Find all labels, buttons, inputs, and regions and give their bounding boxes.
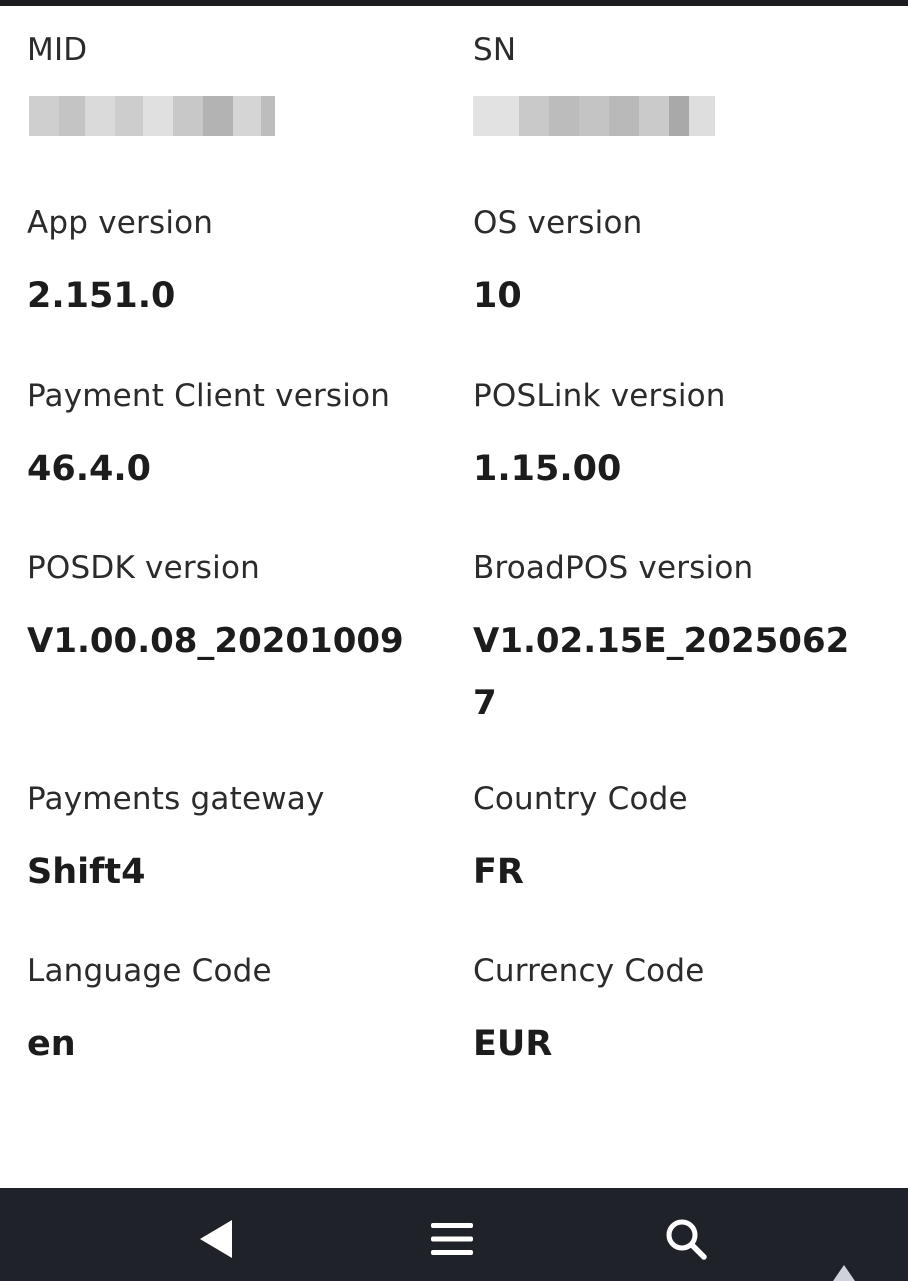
currency-code-value: EUR bbox=[473, 1024, 553, 1064]
back-triangle-icon bbox=[200, 1220, 232, 1258]
field-sn: SN bbox=[473, 30, 873, 136]
payments-gateway-label: Payments gateway bbox=[27, 781, 325, 817]
poslink-version-value: 1.15.00 bbox=[473, 449, 622, 489]
status-bar-edge bbox=[0, 0, 908, 6]
payment-client-version-value: 46.4.0 bbox=[27, 449, 152, 489]
field-payments-gateway: Payments gateway Shift4 bbox=[27, 779, 447, 903]
posdk-version-label: POSDK version bbox=[27, 550, 260, 586]
field-language-code: Language Code en bbox=[27, 951, 447, 1075]
country-code-label: Country Code bbox=[473, 781, 688, 817]
os-version-value: 10 bbox=[473, 276, 522, 316]
nav-extra-button[interactable] bbox=[826, 1250, 862, 1281]
sn-redacted-value bbox=[473, 96, 873, 136]
device-info-screen: MID SN App version 2.151.0 OS version 10… bbox=[0, 0, 908, 1281]
field-payment-client-version: Payment Client version 46.4.0 bbox=[27, 376, 447, 500]
nav-back-button[interactable] bbox=[176, 1206, 256, 1272]
field-currency-code: Currency Code EUR bbox=[473, 951, 873, 1075]
nav-menu-button[interactable] bbox=[412, 1206, 492, 1272]
field-country-code: Country Code FR bbox=[473, 779, 873, 903]
field-poslink-version: POSLink version 1.15.00 bbox=[473, 376, 873, 500]
bottom-nav-bar bbox=[0, 1188, 908, 1281]
mid-label: MID bbox=[27, 32, 88, 68]
broadpos-version-value: V1.02.15E_20250627 bbox=[473, 621, 850, 723]
nav-search-button[interactable] bbox=[646, 1206, 726, 1272]
currency-code-label: Currency Code bbox=[473, 953, 705, 989]
field-os-version: OS version 10 bbox=[473, 203, 873, 327]
language-code-value: en bbox=[27, 1024, 76, 1064]
field-mid: MID bbox=[27, 30, 447, 136]
country-code-value: FR bbox=[473, 852, 524, 892]
menu-icon bbox=[431, 1223, 473, 1255]
os-version-label: OS version bbox=[473, 205, 643, 241]
broadpos-version-label: BroadPOS version bbox=[473, 550, 754, 586]
sn-label: SN bbox=[473, 32, 517, 68]
language-code-label: Language Code bbox=[27, 953, 272, 989]
payments-gateway-value: Shift4 bbox=[27, 852, 146, 892]
payment-client-version-label: Payment Client version bbox=[27, 378, 391, 414]
mid-redacted-value bbox=[27, 96, 447, 136]
posdk-version-value: V1.00.08_20201009 bbox=[27, 621, 404, 661]
up-arrow-icon bbox=[833, 1265, 855, 1281]
field-posdk-version: POSDK version V1.00.08_20201009 bbox=[27, 548, 447, 672]
search-icon bbox=[666, 1219, 707, 1260]
field-app-version: App version 2.151.0 bbox=[27, 203, 447, 327]
field-broadpos-version: BroadPOS version V1.02.15E_20250627 bbox=[473, 548, 868, 734]
app-version-label: App version bbox=[27, 205, 214, 241]
app-version-value: 2.151.0 bbox=[27, 276, 176, 316]
poslink-version-label: POSLink version bbox=[473, 378, 726, 414]
